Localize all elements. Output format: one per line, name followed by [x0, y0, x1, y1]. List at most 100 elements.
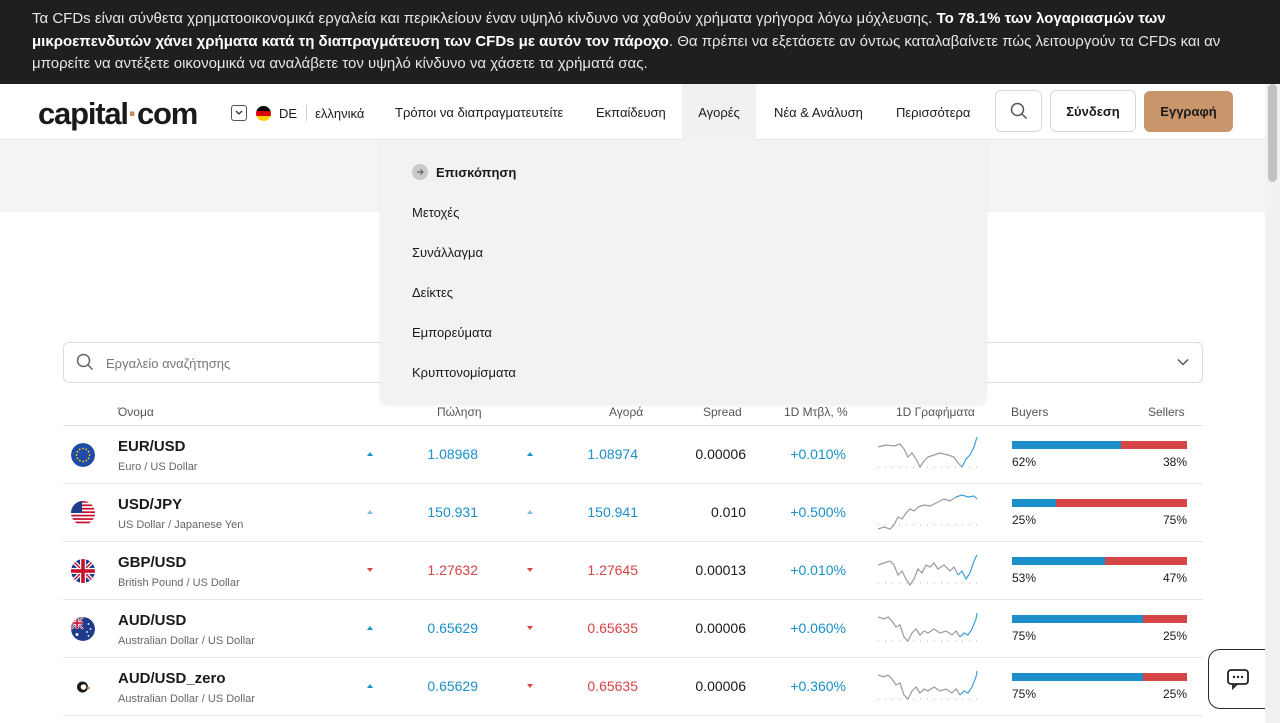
scrollbar-thumb[interactable] — [1268, 84, 1277, 182]
au-flag-icon — [71, 617, 95, 641]
sell-price[interactable]: 0.65629 — [378, 620, 478, 636]
spread-value: 0.00006 — [695, 446, 746, 462]
instrument-description: British Pound / US Dollar — [118, 577, 240, 589]
chat-icon — [1227, 669, 1249, 690]
menu-shares[interactable]: Μετοχές — [412, 205, 459, 220]
sellers-percent: 47% — [1162, 571, 1187, 585]
col-name[interactable]: Όνομα — [118, 405, 154, 419]
instrument-symbol[interactable]: AUD/USD_zero — [118, 670, 226, 687]
search-icon — [76, 353, 94, 376]
col-buyers: Buyers — [1011, 405, 1049, 419]
chevron-down-icon[interactable] — [1176, 355, 1190, 374]
sell-price[interactable]: 1.08968 — [378, 446, 478, 462]
language-label: ελληνικά — [315, 105, 365, 121]
instrument-symbol[interactable]: GBP/USD — [118, 554, 186, 571]
nav-more[interactable]: Περισσότερα — [884, 84, 982, 140]
col-change[interactable]: 1D Μτβλ, % — [784, 405, 848, 419]
buyers-percent: 75% — [1012, 629, 1037, 643]
nav-ways-to-trade[interactable]: Τρόποι να διαπραγματευτείτε — [383, 84, 575, 140]
arrow-right-icon — [412, 164, 428, 180]
menu-cryptocurrencies[interactable]: Κρυπτονομίσματα — [412, 365, 516, 380]
daily-change: +0.010% — [790, 446, 846, 462]
nav-education[interactable]: Εκπαίδευση — [584, 84, 678, 140]
search-icon — [1010, 102, 1027, 120]
sentiment-buyers-fill — [1012, 441, 1121, 449]
menu-forex[interactable]: Συνάλλαγμα — [412, 245, 483, 260]
col-buy[interactable]: Αγορά — [609, 405, 643, 419]
sparkline-chart — [878, 554, 978, 587]
buy-price[interactable]: 0.65635 — [538, 620, 638, 636]
spread-value: 0.00006 — [695, 678, 746, 694]
table-row[interactable]: USD/JPY US Dollar / Japanese Yen 150.931 15… — [63, 484, 1203, 542]
price-direction-icon — [367, 626, 373, 630]
price-direction-icon — [367, 568, 373, 572]
uk-flag-icon — [71, 559, 95, 583]
nav-news-analysis[interactable]: Νέα & Ανάλυση — [762, 84, 875, 140]
germany-flag-icon — [256, 105, 271, 121]
table-row[interactable]: AUD/USD_zero Australian Dollar / US Dolla… — [63, 658, 1203, 716]
instrument-symbol[interactable]: EUR/USD — [118, 438, 186, 455]
menu-overview[interactable]: Επισκόπηση — [412, 164, 516, 180]
sell-price[interactable]: 0.65629 — [378, 678, 478, 694]
spread-value: 0.00006 — [695, 620, 746, 636]
page-scrollbar[interactable] — [1265, 84, 1280, 723]
buy-price[interactable]: 0.65635 — [538, 678, 638, 694]
buy-price[interactable]: 1.08974 — [538, 446, 638, 462]
sentiment-bar — [1012, 673, 1187, 681]
instrument-description: Australian Dollar / US Dollar — [118, 635, 255, 647]
sell-price[interactable]: 150.931 — [378, 504, 478, 520]
price-direction-icon — [367, 510, 373, 514]
buyers-percent: 75% — [1012, 687, 1037, 701]
sentiment-buyers-fill — [1012, 557, 1105, 565]
price-direction-icon — [367, 452, 373, 456]
instrument-symbol[interactable]: AUD/USD — [118, 612, 186, 629]
table-row[interactable]: EUR/USD Euro / US Dollar 1.08968 1.08974 0.0… — [63, 426, 1203, 484]
daily-change: +0.010% — [790, 562, 846, 578]
sentiment-bar — [1012, 499, 1187, 507]
menu-commodities[interactable]: Εμπορεύματα — [412, 325, 492, 340]
col-spread[interactable]: Spread — [703, 405, 742, 419]
chat-support-button[interactable] — [1208, 649, 1268, 709]
price-direction-icon — [527, 452, 533, 456]
sellers-percent: 25% — [1162, 629, 1187, 643]
country-code: DE — [279, 105, 298, 121]
buyers-percent: 25% — [1012, 513, 1037, 527]
signup-button[interactable]: Εγγραφή — [1144, 91, 1233, 132]
table-row[interactable]: AUD/USD Australian Dollar / US Dollar 0.65… — [63, 600, 1203, 658]
price-direction-icon — [527, 684, 533, 688]
sell-price[interactable]: 1.27632 — [378, 562, 478, 578]
us-flag-icon — [71, 501, 95, 525]
language-selector[interactable]: DE ελληνικά — [231, 104, 364, 122]
capital-com-logo[interactable]: capital·com — [38, 96, 198, 132]
login-button[interactable]: Σύνδεση — [1050, 90, 1136, 132]
col-chart: 1D Γραφήματα — [896, 405, 975, 419]
price-direction-icon — [527, 510, 533, 514]
site-header: capital·com DE ελληνικά Τρόποι να διαπρα… — [0, 84, 1280, 140]
eu-flag-icon — [71, 443, 95, 467]
risk-warning-banner: Τα CFDs είναι σύνθετα χρηματοοικονομικά … — [0, 0, 1280, 84]
search-input[interactable] — [106, 351, 386, 375]
markets-dropdown-menu: Επισκόπηση Μετοχές Συνάλλαγμα Δείκτες Εμ… — [380, 140, 987, 404]
sparkline-chart — [878, 670, 978, 701]
buy-price[interactable]: 150.941 — [538, 504, 638, 520]
col-sell[interactable]: Πώληση — [437, 405, 482, 419]
chevron-down-icon — [231, 105, 247, 121]
table-row[interactable]: GBP/USD British Pound / US Dollar 1.27632 1… — [63, 542, 1203, 600]
daily-change: +0.060% — [790, 620, 846, 636]
sellers-percent: 25% — [1162, 687, 1187, 701]
instrument-description: Australian Dollar / US Dollar — [118, 693, 255, 705]
sentiment-bar — [1012, 615, 1187, 623]
buyers-percent: 62% — [1012, 455, 1037, 469]
instrument-symbol[interactable]: USD/JPY — [118, 496, 182, 513]
sentiment-buyers-fill — [1012, 615, 1144, 623]
sparkline-chart — [878, 612, 978, 643]
instrument-description: US Dollar / Japanese Yen — [118, 519, 244, 531]
sellers-percent: 38% — [1162, 455, 1187, 469]
risk-text-1: Τα CFDs είναι σύνθετα χρηματοοικονομικά … — [32, 10, 937, 27]
buy-price[interactable]: 1.27645 — [538, 562, 638, 578]
buyers-percent: 53% — [1012, 571, 1037, 585]
col-sellers: Sellers — [1148, 405, 1185, 419]
search-button[interactable] — [995, 90, 1042, 132]
menu-indices[interactable]: Δείκτες — [412, 285, 453, 300]
nav-markets[interactable]: Αγορές — [682, 84, 756, 140]
